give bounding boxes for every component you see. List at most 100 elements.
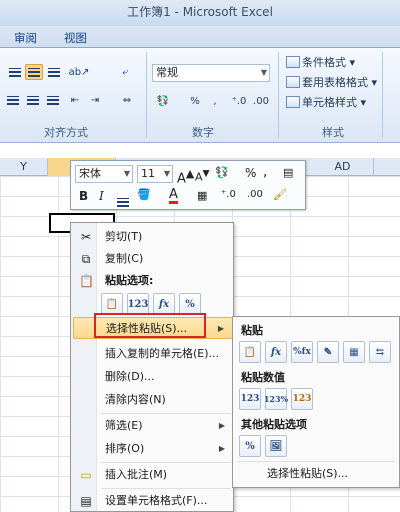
align-left-button[interactable] — [4, 92, 22, 108]
increase-decimal-icon: ⁺.0 — [221, 189, 236, 200]
fill-color-button[interactable]: 🪣 — [137, 188, 151, 201]
decrease-indent-button[interactable]: ⇤ — [66, 92, 84, 108]
menu-item-delete[interactable]: 删除(D)... — [73, 366, 233, 388]
shrink-font-label: A — [195, 170, 203, 184]
font-name-value: 宋体 — [79, 167, 101, 180]
accounting-format-button[interactable]: 💱 — [154, 93, 172, 109]
align-bottom-button[interactable] — [45, 64, 63, 80]
align-right-button[interactable] — [44, 92, 62, 108]
paste-formatting-button[interactable]: % — [239, 435, 261, 457]
column-header-ad[interactable]: AD — [312, 158, 374, 176]
percent-label: % — [190, 95, 200, 107]
menu-item-insert-comment[interactable]: ▭ 插入批注(M) — [73, 464, 233, 486]
shrink-font-button[interactable]: A▼ — [195, 168, 210, 184]
column-header-y[interactable]: Y — [0, 158, 48, 176]
align-middle-icon — [28, 67, 40, 77]
tab-view[interactable]: 视图 — [64, 30, 87, 46]
brush-icon: ✎ — [323, 346, 333, 358]
menu-item-format-cells[interactable]: ▤ 设置单元格格式(F)... — [73, 490, 233, 512]
mini-toolbar: 宋体 ▼ 11 ▼ A▲ A▼ 💱 % , ▤ B I 🪣 A ▦ ⁺.0 .00 … — [70, 160, 306, 210]
align-center-button[interactable] — [24, 92, 42, 108]
menu-item-filter[interactable]: 筛选(E) ▶ — [73, 415, 233, 437]
comma-label: , — [213, 95, 217, 107]
decrease-decimal-button[interactable]: .00 — [247, 189, 263, 200]
ribbon-tabs: 审阅 视图 — [0, 26, 400, 48]
font-name-select[interactable]: 宋体 ▼ — [75, 165, 133, 183]
paste-keep-source-format-button[interactable]: ✎ — [317, 341, 339, 363]
decrease-indent-icon: ⇤ — [70, 94, 80, 106]
align-middle-button[interactable] — [25, 64, 43, 80]
no-borders-icon: ▦ — [349, 346, 359, 358]
tab-review[interactable]: 审阅 — [14, 30, 37, 46]
values-format-icon: 123% — [263, 394, 289, 404]
paste-option-paste[interactable]: 📋 — [101, 293, 123, 315]
align-left-icon — [7, 95, 19, 105]
comma-button[interactable]: , — [263, 164, 267, 180]
percent-format-icon: % — [185, 298, 195, 310]
format-cells-button[interactable]: ▤ — [283, 166, 293, 179]
paste-formulas-button[interactable]: fx — [265, 341, 287, 363]
group-label-alignment: 对齐方式 — [44, 126, 88, 139]
format-as-table-button[interactable]: 套用表格格式 ▾ — [286, 74, 377, 91]
paste-special-submenu: 粘贴 📋 fx %fx ✎ ▦ ⇆ 粘贴数值 123 123% 123 其他粘贴… — [232, 316, 400, 488]
increase-decimal-button[interactable]: ⁺.0 — [230, 93, 248, 109]
borders-icon: ▦ — [197, 189, 208, 202]
paste-no-borders-button[interactable]: ▦ — [343, 341, 365, 363]
menu-item-copy[interactable]: ⧉ 复制(C) — [73, 248, 233, 270]
merge-center-button[interactable]: ⇔ — [118, 92, 136, 108]
formula-icon: fx — [158, 298, 170, 310]
align-center-button[interactable] — [117, 189, 129, 207]
increase-decimal-label: ⁺.0 — [231, 95, 247, 107]
percent-button[interactable]: % — [245, 166, 256, 180]
menu-item-label: 清除内容(N) — [105, 393, 166, 406]
menu-item-label: 粘贴选项: — [105, 274, 154, 287]
paste-values-icon: 123 — [127, 298, 149, 310]
comma-button[interactable]: , — [206, 93, 224, 109]
chevron-down-icon: ▼ — [123, 169, 130, 178]
align-center-icon — [117, 197, 129, 207]
paste-picture-button[interactable]: 🖼 — [265, 435, 287, 457]
cell-styles-button[interactable]: 单元格样式 ▾ — [286, 94, 366, 111]
orientation-button[interactable]: ab↗ — [69, 64, 90, 80]
group-divider — [382, 52, 383, 138]
italic-button[interactable]: I — [99, 189, 104, 203]
format-as-table-label: 套用表格格式 — [302, 76, 368, 89]
menu-item-insert-copied[interactable]: 插入复制的单元格(E)... — [73, 343, 233, 365]
comment-icon: ▭ — [80, 468, 92, 482]
bold-button[interactable]: B — [79, 189, 88, 203]
paste-option-formatting[interactable]: % — [179, 293, 201, 315]
align-top-button[interactable] — [6, 64, 24, 80]
menu-item-paste-special-dialog[interactable]: 选择性粘贴(S)... — [235, 463, 397, 485]
menu-item-clear-contents[interactable]: 清除内容(N) — [73, 389, 233, 411]
paste-values-button[interactable]: 123 — [239, 388, 261, 410]
menu-item-label: 设置单元格格式(F)... — [105, 494, 208, 507]
menu-item-label: 复制(C) — [105, 252, 144, 265]
increase-decimal-button[interactable]: ⁺.0 — [221, 189, 236, 200]
paste-all-button[interactable]: 📋 — [239, 341, 261, 363]
decrease-decimal-button[interactable]: .00 — [252, 93, 270, 109]
borders-button[interactable]: ▦ — [197, 189, 207, 202]
menu-item-cut[interactable]: ✂ 剪切(T) — [73, 226, 233, 248]
paste-values-number-format-button[interactable]: 123% — [263, 388, 289, 410]
font-size-select[interactable]: 11 ▼ — [137, 165, 173, 183]
percent-button[interactable]: % — [186, 93, 204, 109]
align-top-icon — [9, 67, 21, 77]
increase-indent-button[interactable]: ⇥ — [86, 92, 104, 108]
paste-transpose-button[interactable]: ⇆ — [369, 341, 391, 363]
font-color-button[interactable]: A — [169, 188, 178, 204]
paste-values-source-format-button[interactable]: 123 — [291, 388, 313, 410]
format-painter-button[interactable]: 🖌 — [273, 188, 287, 201]
paste-option-formulas[interactable]: fx — [153, 293, 175, 315]
conditional-format-button[interactable]: 条件格式 ▾ — [286, 54, 355, 71]
menu-item-sort[interactable]: 排序(O) ▶ — [73, 438, 233, 460]
chevron-down-icon: ▼ — [163, 169, 170, 178]
accounting-format-button[interactable]: 💱 — [215, 166, 229, 179]
grow-font-button[interactable]: A▲ — [177, 167, 194, 186]
number-format-select[interactable]: 常规 ▼ — [152, 64, 270, 82]
currency-icon: 💱 — [215, 166, 229, 179]
wrap-text-icon: ⤶ — [122, 66, 128, 78]
paste-formulas-number-format-button[interactable]: %fx — [291, 341, 313, 363]
paste-option-values[interactable]: 123 — [127, 293, 149, 315]
wrap-text-button[interactable]: ⤶ — [116, 64, 134, 80]
table-icon — [286, 76, 300, 88]
